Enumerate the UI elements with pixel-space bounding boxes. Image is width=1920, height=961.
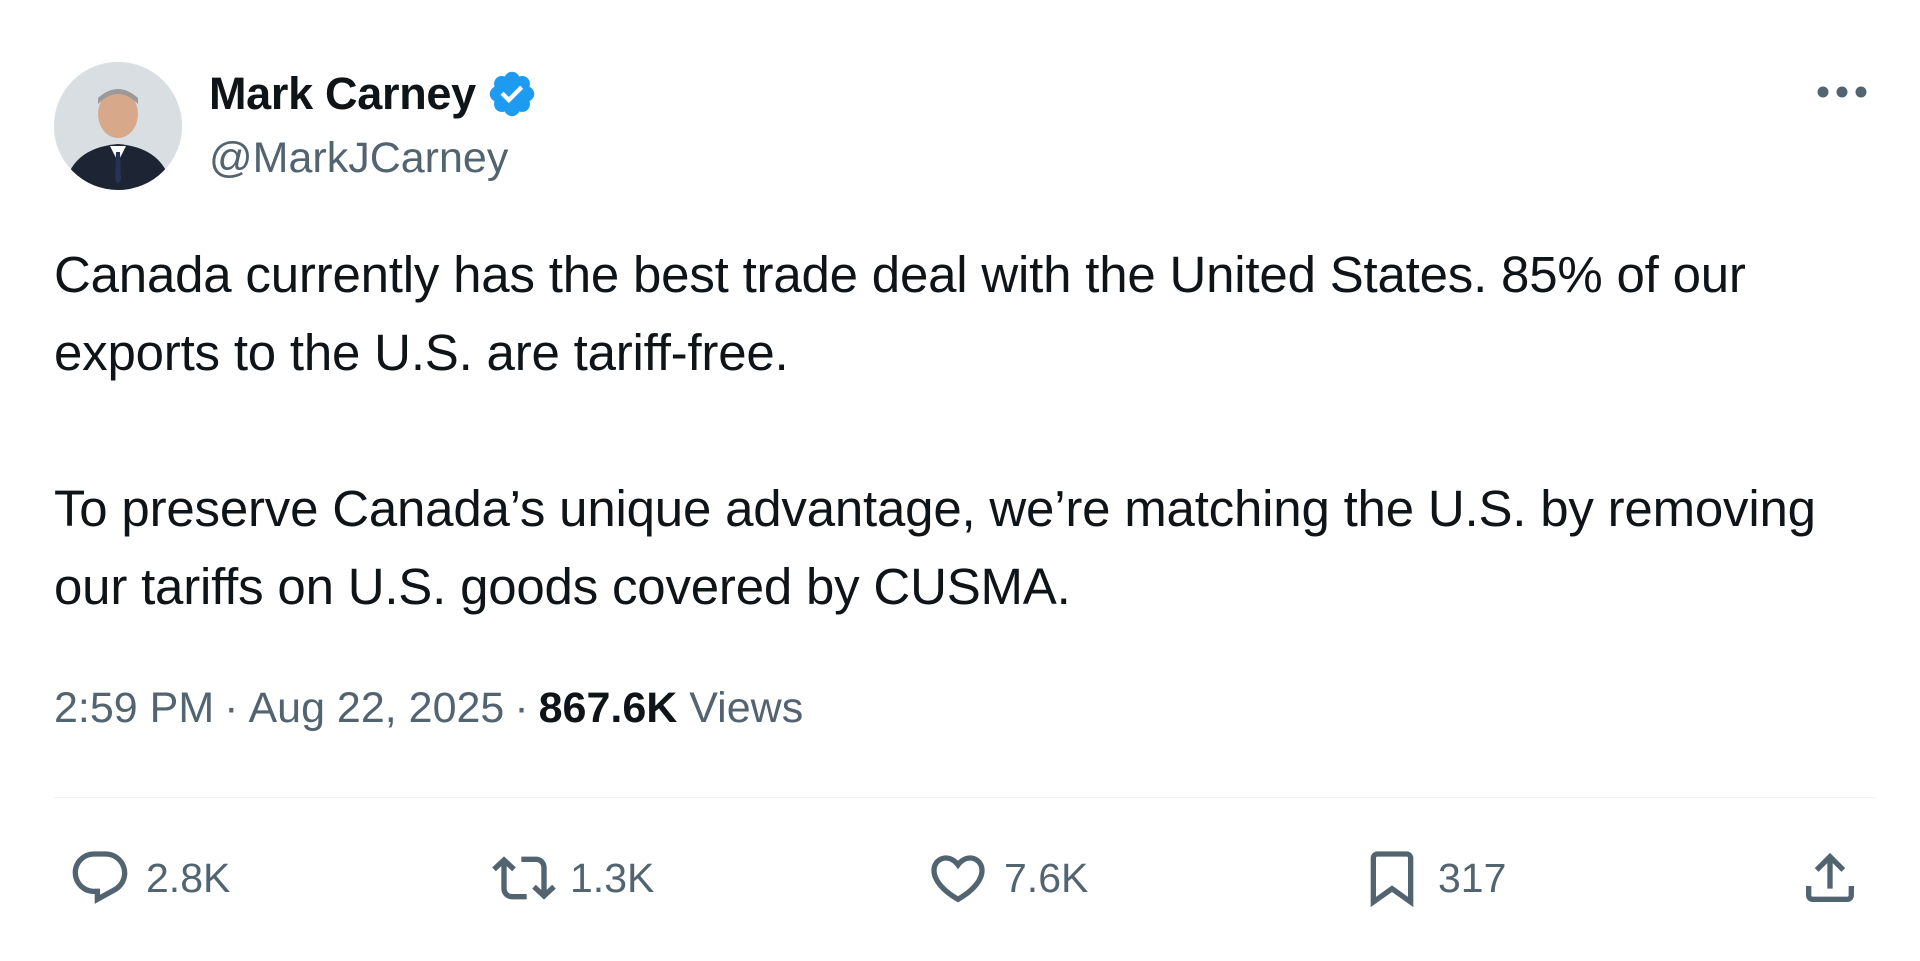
like-button[interactable]: 7.6K xyxy=(926,838,1088,918)
more-options-button[interactable] xyxy=(1810,72,1874,112)
share-button[interactable] xyxy=(1798,838,1862,918)
bookmark-icon xyxy=(1370,851,1414,908)
reply-bubble-icon xyxy=(72,851,128,904)
avatar-image xyxy=(54,62,182,190)
reply-button[interactable]: 2.8K xyxy=(68,838,230,918)
meta-separator: · xyxy=(514,684,529,732)
tweet-paragraph: Canada currently has the best trade deal… xyxy=(54,246,1746,381)
repost-button[interactable]: 1.3K xyxy=(492,838,654,918)
verified-badge-icon[interactable] xyxy=(486,68,538,120)
reply-count: 2.8K xyxy=(146,854,231,901)
author-name-row: Mark Carney xyxy=(209,64,538,124)
tweet-meta: 2:59 PM · Aug 22, 2025 · 867.6K Views xyxy=(54,676,803,740)
heart-icon xyxy=(931,855,985,903)
author-avatar[interactable] xyxy=(54,62,182,190)
tweet-date[interactable]: Aug 22, 2025 xyxy=(248,684,504,732)
bookmark-count: 317 xyxy=(1438,854,1507,901)
author-handle[interactable]: @MarkJCarney xyxy=(209,130,508,186)
tweet-paragraph: To preserve Canada’s unique advantage, w… xyxy=(54,480,1816,615)
tweet-text: Canada currently has the best trade deal… xyxy=(54,236,1874,626)
meta-separator: · xyxy=(224,684,239,732)
bookmark-button[interactable]: 317 xyxy=(1360,838,1506,918)
tweet-card: Mark Carney @MarkJCarney Canada currentl… xyxy=(0,0,1920,961)
repost-count: 1.3K xyxy=(570,854,655,901)
views-count[interactable]: 867.6K xyxy=(539,684,678,732)
tweet-time[interactable]: 2:59 PM xyxy=(54,684,214,732)
action-bar: 2.8K 1.3K 7.6K 317 xyxy=(54,838,1876,918)
more-horizontal-icon xyxy=(1817,86,1867,98)
like-count: 7.6K xyxy=(1004,854,1089,901)
repost-icon xyxy=(492,856,556,900)
divider xyxy=(54,797,1876,798)
author-display-name[interactable]: Mark Carney xyxy=(209,64,476,124)
views-label: Views xyxy=(689,684,804,732)
share-upload-icon xyxy=(1806,852,1854,902)
